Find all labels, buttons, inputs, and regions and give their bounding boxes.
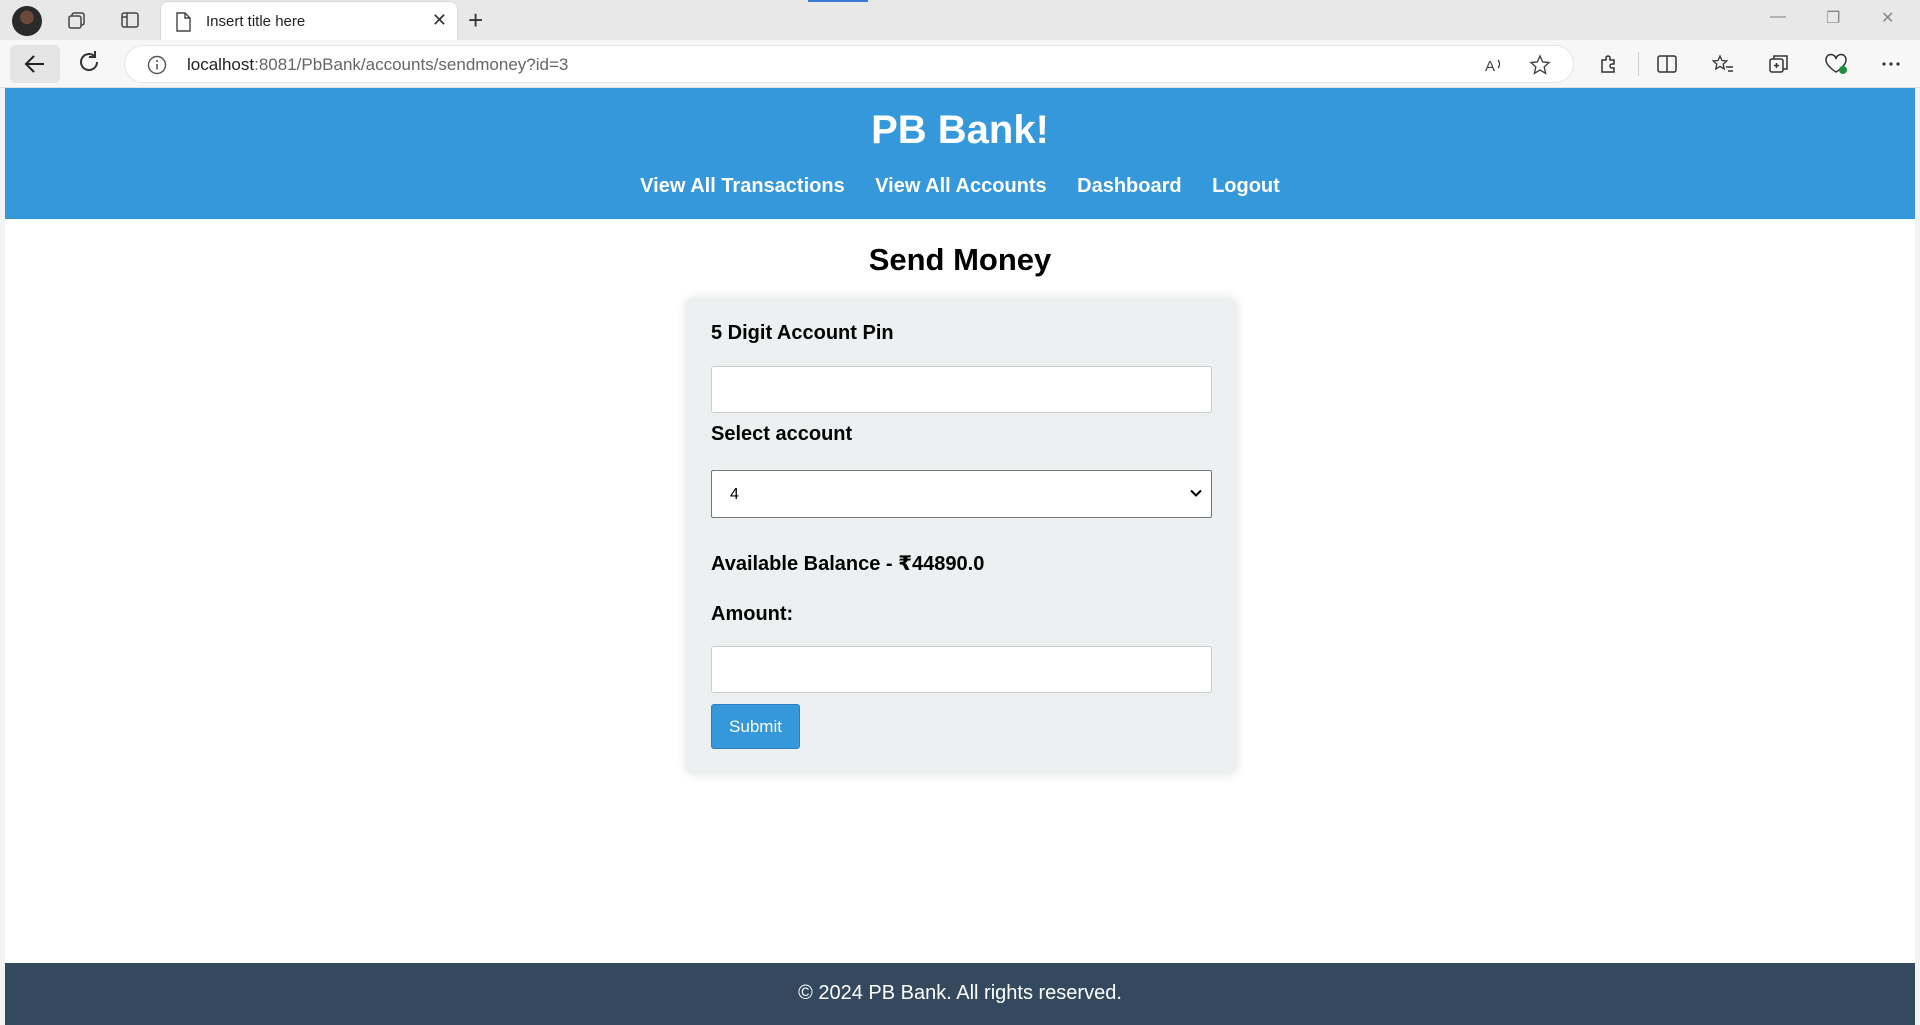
tab-title: Insert title here [206,13,306,30]
more-icon[interactable] [1880,53,1902,80]
info-icon[interactable] [147,55,167,80]
site-footer: © 2024 PB Bank. All rights reserved. [5,963,1915,1025]
brand-title: PB Bank! [871,108,1049,152]
address-bar[interactable]: localhost:8081/PbBank/accounts/sendmoney… [124,45,1574,83]
browser-tab-strip: Insert title here ✕ + — ❐ ✕ [0,0,1920,40]
browser-essentials-icon[interactable] [1824,53,1848,80]
amount-label: Amount: [711,603,794,625]
toolbar-separator [1638,52,1639,76]
svg-text:A: A [1485,58,1495,75]
send-money-form: 5 Digit Account Pin Select account 4 Ava… [686,298,1237,774]
nav-view-all-transactions[interactable]: View All Transactions [640,175,845,198]
pin-input[interactable] [711,366,1212,413]
split-screen-icon[interactable] [1656,53,1678,80]
extensions-icon[interactable] [1598,53,1620,80]
loading-indicator [808,0,868,2]
pin-label: 5 Digit Account Pin [711,322,894,344]
nav-dashboard[interactable]: Dashboard [1077,175,1181,198]
amount-input[interactable] [711,646,1212,693]
url-text[interactable]: localhost:8081/PbBank/accounts/sendmoney… [187,55,568,75]
web-page: PB Bank! View All Transactions View All … [5,88,1915,1025]
reload-icon[interactable] [76,49,102,80]
favorites-icon[interactable] [1711,53,1734,80]
nav-logout[interactable]: Logout [1212,175,1280,198]
account-select[interactable]: 4 [711,470,1212,518]
url-path: :8081/PbBank/accounts/sendmoney?id=3 [254,55,569,74]
nav-view-all-accounts[interactable]: View All Accounts [875,175,1047,198]
window-close-icon[interactable]: ✕ [1881,8,1894,28]
read-aloud-icon[interactable]: A [1483,54,1505,81]
page-title: Send Money [868,242,1052,277]
browser-tab[interactable]: Insert title here ✕ [160,1,458,40]
site-header: PB Bank! View All Transactions View All … [5,88,1915,219]
profile-avatar[interactable] [12,6,42,36]
new-tab-icon[interactable]: + [468,5,483,36]
account-label: Select account [711,423,853,445]
available-balance: Available Balance - ₹44890.0 [711,553,985,575]
url-host: localhost [187,55,255,74]
browser-toolbar: localhost:8081/PbBank/accounts/sendmoney… [0,40,1920,88]
site-nav: View All Transactions View All Accounts … [5,175,1915,198]
back-icon[interactable] [10,45,60,83]
account-select-value: 4 [730,486,739,503]
minimize-icon[interactable]: — [1770,8,1786,26]
submit-button[interactable]: Submit [711,704,800,749]
chevron-down-icon [1189,486,1203,505]
collections-icon[interactable] [1768,53,1790,80]
copyright-text: © 2024 PB Bank. All rights reserved. [798,982,1122,1004]
workspaces-icon[interactable] [63,6,91,34]
page-icon [175,12,191,37]
close-icon[interactable]: ✕ [432,10,447,31]
restore-icon[interactable]: ❐ [1826,8,1840,28]
favorite-star-icon[interactable] [1529,54,1551,81]
tab-actions-icon[interactable] [116,6,144,34]
